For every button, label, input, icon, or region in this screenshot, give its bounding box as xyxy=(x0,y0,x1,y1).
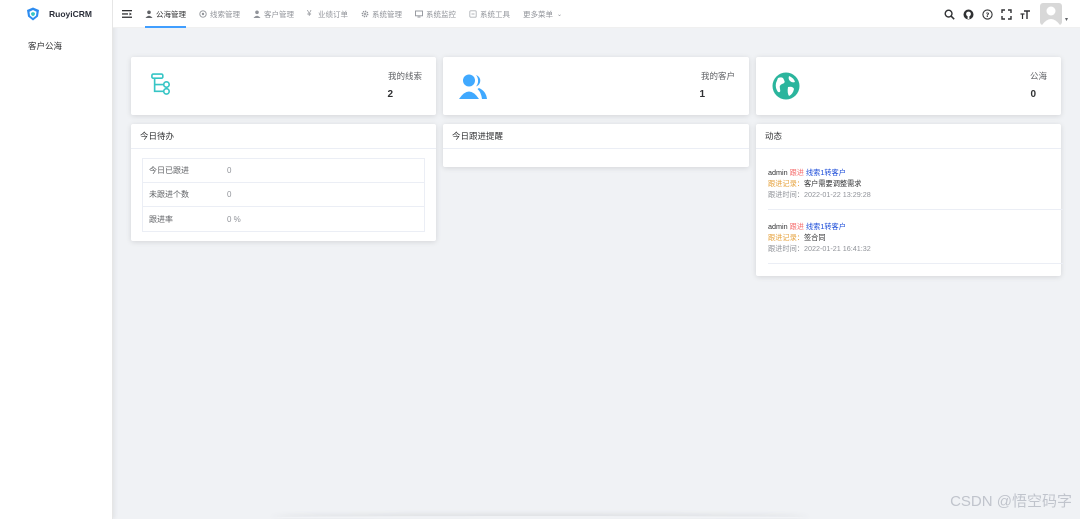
stat-card-my-leads[interactable]: 我的线索 2 xyxy=(131,57,436,115)
card-title: 动态 xyxy=(756,124,1061,149)
stat-value: 2 xyxy=(387,89,393,100)
app-name: RuoyiCRM xyxy=(49,9,92,19)
record-text: 签合同 xyxy=(803,233,826,242)
row-value: 0 xyxy=(227,190,232,199)
stat-label: 我的线索 xyxy=(387,71,422,81)
nav-item-system-tools[interactable]: 系统工具 xyxy=(469,0,510,28)
nav-item-label: 客户管理 xyxy=(264,9,294,19)
card-title: 今日跟进提醒 xyxy=(443,124,749,149)
stat-label: 公海 xyxy=(1029,71,1047,81)
reminder-card: 今日跟进提醒 xyxy=(443,124,749,167)
gear-icon xyxy=(361,10,369,18)
watermark: CSDN @悟空码字 xyxy=(950,493,1072,510)
time-label: 跟进时间： xyxy=(768,190,804,199)
nav-item-label: 系统管理 xyxy=(372,9,402,19)
record-text: 客户需要调整需求 xyxy=(803,179,862,188)
list-item: admin 跟进 线索1转客户 跟进记录：客户需要调整需求 跟进时间：2022-… xyxy=(768,167,1063,210)
activity-target-link[interactable]: 线索1转客户 xyxy=(806,222,846,231)
person-icon xyxy=(253,10,261,18)
monitor-icon xyxy=(415,10,423,18)
stat-value: 0 xyxy=(1030,89,1036,100)
nav-item-label: 线索管理 xyxy=(210,9,240,19)
table-row: 跟进率 0 % xyxy=(143,207,424,231)
time-label: 跟进时间： xyxy=(768,244,804,253)
nav-item-sales-orders[interactable]: ¥ 业绩订单 xyxy=(307,0,348,28)
target-icon xyxy=(199,10,207,18)
chevron-down-icon: ⌄ xyxy=(557,11,563,18)
activity-action: 跟进 xyxy=(789,168,804,177)
table-row: 未跟进个数 0 xyxy=(143,183,424,207)
stat-card-my-customers[interactable]: 我的客户 1 xyxy=(443,57,749,115)
search-icon[interactable] xyxy=(944,8,955,20)
help-icon[interactable]: ? xyxy=(982,8,993,20)
row-label: 未跟进个数 xyxy=(149,190,189,199)
nav-item-system-management[interactable]: 系统管理 xyxy=(361,0,402,28)
nav-item-label: 系统工具 xyxy=(480,9,510,19)
sidebar: RuoyiCRM 客户公海 xyxy=(0,0,113,519)
record-label: 跟进记录： xyxy=(768,233,804,242)
top-menu: 公海管理 线索管理 客户管理 ¥ 业绩订单 系统管理 系统监控 系统工具 更多菜… xyxy=(145,0,575,28)
tree-icon xyxy=(151,73,170,95)
stat-label: 我的客户 xyxy=(700,71,735,81)
globe-icon xyxy=(772,72,800,100)
logo-icon xyxy=(27,7,39,21)
fullscreen-icon[interactable] xyxy=(1001,8,1012,20)
avatar-icon xyxy=(1041,6,1060,25)
time-value: 2022-01-22 13:29:28 xyxy=(803,190,871,199)
nav-item-pool-management[interactable]: 公海管理 xyxy=(145,0,186,28)
record-label: 跟进记录： xyxy=(768,179,804,188)
table-row: 今日已跟进 0 xyxy=(143,159,424,183)
time-value: 2022-01-21 16:41:32 xyxy=(803,244,871,253)
caret-down-icon[interactable]: ▾ xyxy=(1065,16,1068,23)
github-icon[interactable] xyxy=(963,9,974,20)
people-icon xyxy=(459,74,487,99)
nav-item-label: 系统监控 xyxy=(426,9,456,19)
tool-icon xyxy=(469,10,477,18)
nav-item-customer-management[interactable]: 客户管理 xyxy=(253,0,294,28)
todo-card: 今日待办 今日已跟进 0 未跟进个数 0 跟进率 0 % xyxy=(131,124,436,241)
logo[interactable]: RuoyiCRM xyxy=(0,0,112,28)
nav-item-more-menu[interactable]: 更多菜单 ⌄ xyxy=(523,0,562,28)
activity-action: 跟进 xyxy=(789,222,804,231)
svg-text:?: ? xyxy=(986,11,990,19)
row-label: 跟进率 xyxy=(149,214,173,224)
toolbar: ? ▾ xyxy=(936,0,1068,28)
activity-user: admin xyxy=(768,168,788,177)
nav-item-lead-management[interactable]: 线索管理 xyxy=(199,0,240,28)
list-item: admin 跟进 线索1转客户 跟进记录：签合同 跟进时间：2022-01-21… xyxy=(768,221,1063,264)
stat-card-public-pool[interactable]: 公海 0 xyxy=(756,57,1061,115)
hamburger-icon[interactable] xyxy=(122,9,132,19)
sidebar-item-customer-pool[interactable]: 客户公海 xyxy=(0,40,112,52)
activity-card: 动态 admin 跟进 线索1转客户 跟进记录：客户需要调整需求 跟进时间：20… xyxy=(756,124,1063,276)
nav-item-label: 业绩订单 xyxy=(318,9,348,19)
avatar[interactable] xyxy=(1039,3,1062,25)
activity-user: admin xyxy=(768,222,788,231)
nav-item-label: 公海管理 xyxy=(156,9,186,19)
activity-target-link[interactable]: 线索1转客户 xyxy=(806,168,846,177)
stat-value: 1 xyxy=(699,89,705,100)
yen-icon: ¥ xyxy=(307,9,312,18)
card-title: 今日待办 xyxy=(131,124,436,149)
top-navbar: 公海管理 线索管理 客户管理 ¥ 业绩订单 系统管理 系统监控 系统工具 更多菜… xyxy=(113,0,1080,28)
row-label: 今日已跟进 xyxy=(149,166,189,175)
nav-item-label: 更多菜单 xyxy=(523,9,553,19)
row-value: 0 xyxy=(227,166,232,175)
row-value: 0 % xyxy=(227,214,241,224)
user-icon xyxy=(145,10,153,18)
nav-item-system-monitor[interactable]: 系统监控 xyxy=(415,0,456,28)
font-size-icon[interactable] xyxy=(1020,9,1031,20)
todo-table: 今日已跟进 0 未跟进个数 0 跟进率 0 % xyxy=(142,158,425,232)
